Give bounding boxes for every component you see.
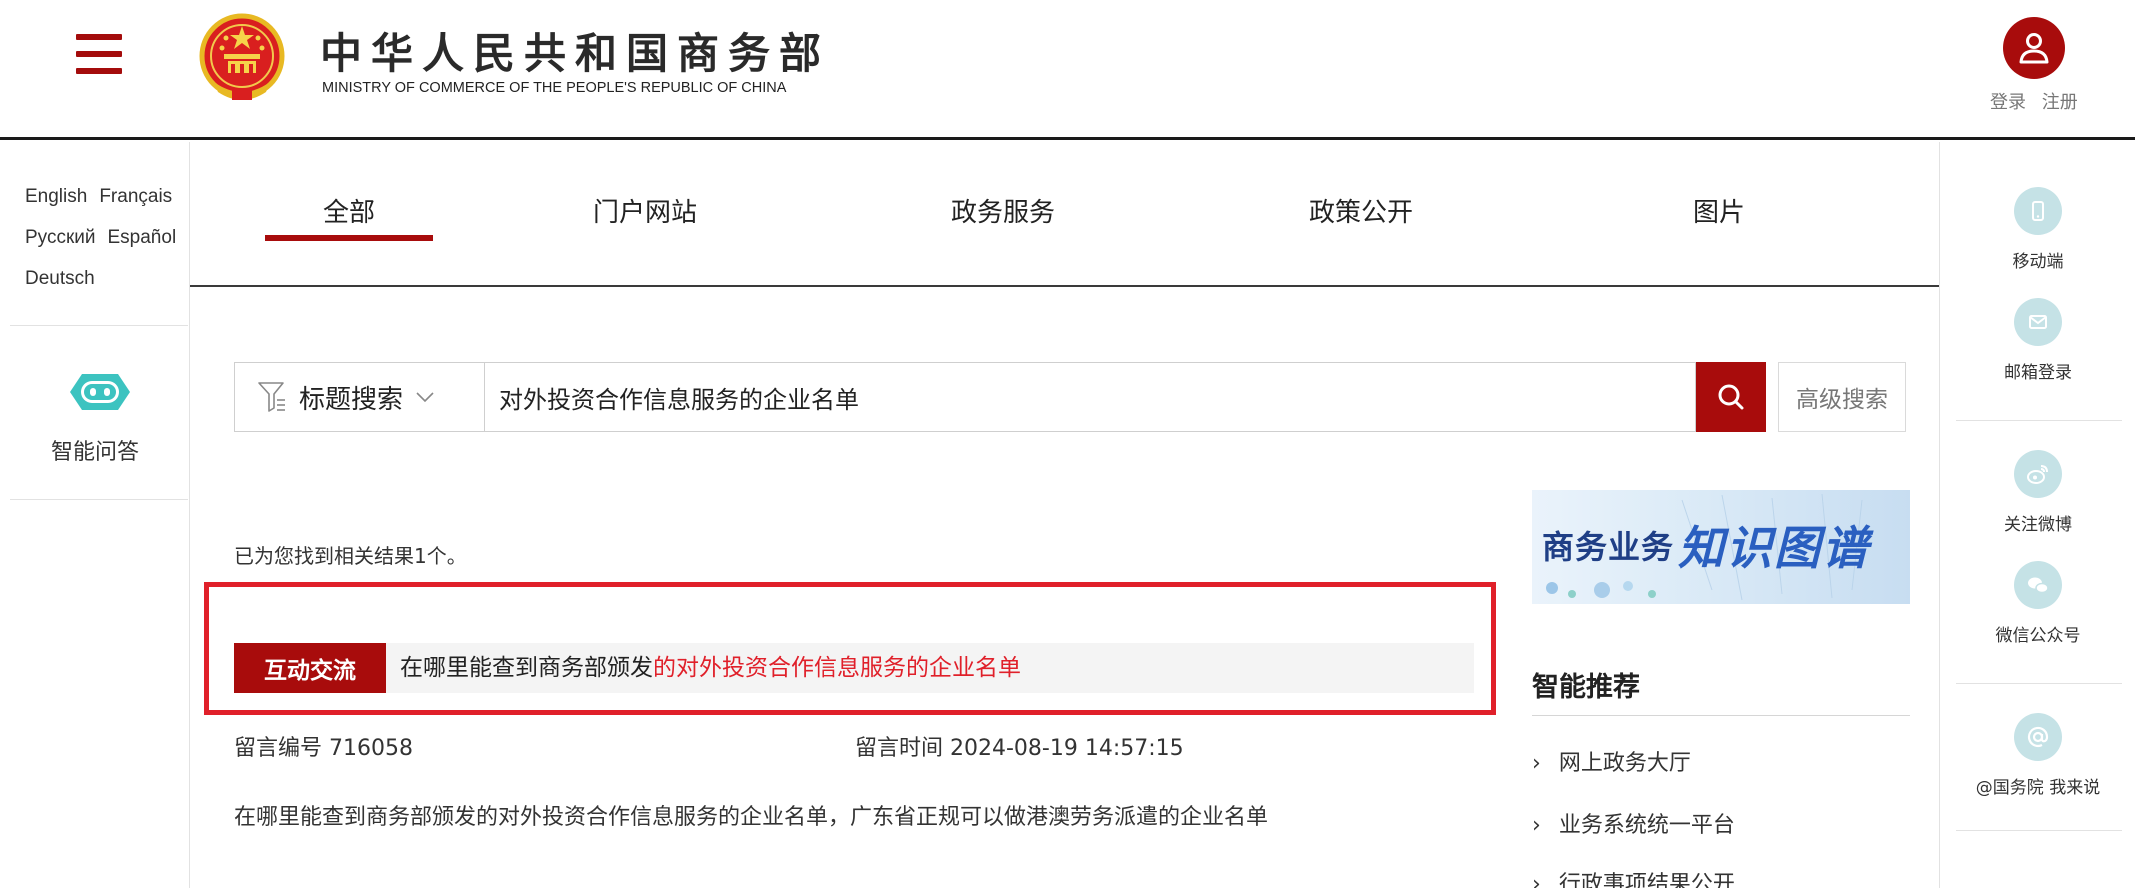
mobile-icon bbox=[2032, 201, 2044, 221]
weibo-label: 关注微博 bbox=[2004, 515, 2072, 535]
search-type-label: 标题搜索 bbox=[299, 384, 404, 415]
search-bar: 标题搜索 高级搜索 bbox=[234, 362, 1906, 432]
brand-subtitle: MINISTRY OF COMMERCE OF THE PEOPLE'S REP… bbox=[322, 80, 787, 96]
lang-russian[interactable]: Русский bbox=[25, 227, 96, 248]
message-number: 留言编号 716058 bbox=[234, 736, 413, 761]
result-title-highlight: 的对外投资合作信息服务的企业名单 bbox=[653, 655, 1021, 681]
tab-images[interactable]: 图片 bbox=[1659, 192, 1779, 229]
weibo-link[interactable]: 关注微博 bbox=[1940, 450, 2135, 535]
user-avatar-button[interactable] bbox=[2003, 17, 2065, 79]
wechat-label: 微信公众号 bbox=[1995, 626, 2081, 646]
category-tabs: 全部 门户网站 政务服务 政策公开 图片 bbox=[190, 142, 1939, 287]
lang-english[interactable]: English bbox=[25, 186, 87, 207]
divider bbox=[1956, 420, 2122, 421]
login-link[interactable]: 登录 bbox=[1990, 92, 2026, 113]
register-link[interactable]: 注册 bbox=[2042, 92, 2078, 113]
right-sidebar: 移动端 邮箱登录 关注微博 微信公众号 @国务院 我来说 bbox=[1939, 142, 2135, 888]
chevron-right-icon: › bbox=[1532, 872, 1541, 888]
recommend-item[interactable]: › 业务系统统一平台 bbox=[1532, 807, 1735, 839]
mobile-link[interactable]: 移动端 bbox=[1940, 187, 2135, 272]
knowledge-graph-banner[interactable]: 商务业务 知识图谱 bbox=[1532, 490, 1910, 604]
divider bbox=[1956, 830, 2122, 831]
divider bbox=[1532, 715, 1910, 716]
state-council-label: @国务院 我来说 bbox=[1975, 778, 2101, 798]
search-input[interactable] bbox=[484, 362, 1696, 432]
active-tab-indicator bbox=[265, 235, 433, 241]
language-links: English Français Русский Español Deutsch bbox=[25, 176, 185, 299]
result-item: 互动交流 在哪里能查到商务部颁发的对外投资合作信息服务的企业名单 bbox=[234, 643, 1474, 693]
weibo-icon bbox=[2027, 465, 2048, 484]
robot-icon[interactable] bbox=[68, 368, 132, 416]
left-sidebar: English Français Русский Español Deutsch 智… bbox=[0, 142, 190, 888]
recommend-item[interactable]: › 行政事项结果公开 bbox=[1532, 866, 1735, 888]
divider bbox=[10, 499, 188, 500]
banner-text-a: 商务业务 bbox=[1542, 528, 1675, 566]
menu-icon[interactable] bbox=[76, 34, 122, 74]
state-council-link[interactable]: @国务院 我来说 bbox=[1940, 713, 2135, 798]
lang-spanish[interactable]: Español bbox=[108, 227, 177, 248]
recommend-item-label: 网上政务大厅 bbox=[1558, 751, 1691, 776]
ai-qa-label[interactable]: 智能问答 bbox=[0, 434, 190, 466]
national-emblem-icon bbox=[199, 13, 285, 100]
user-links: 登录 注册 bbox=[1990, 88, 2088, 114]
result-count: 已为您找到相关结果1个。 bbox=[234, 544, 467, 568]
chevron-right-icon: › bbox=[1532, 751, 1541, 776]
recommend-item[interactable]: › 网上政务大厅 bbox=[1532, 745, 1691, 777]
user-icon bbox=[2019, 33, 2049, 64]
message-time: 留言时间 2024-08-19 14:57:15 bbox=[855, 736, 1184, 761]
search-type-dropdown[interactable]: 标题搜索 bbox=[234, 362, 484, 432]
at-icon bbox=[2027, 726, 2049, 748]
tab-gov-services[interactable]: 政务服务 bbox=[943, 192, 1063, 229]
recommend-item-label: 业务系统统一平台 bbox=[1558, 813, 1735, 838]
mail-login-label: 邮箱登录 bbox=[2004, 363, 2072, 383]
search-icon bbox=[1718, 384, 1744, 410]
lang-french[interactable]: Français bbox=[99, 186, 172, 207]
site-header: 中华人民共和国商务部 MINISTRY OF COMMERCE OF THE P… bbox=[0, 0, 2135, 140]
recommend-title: 智能推荐 bbox=[1532, 672, 1640, 703]
tab-all[interactable]: 全部 bbox=[295, 192, 403, 229]
tab-portal[interactable]: 门户网站 bbox=[585, 192, 705, 229]
mobile-label: 移动端 bbox=[2012, 252, 2064, 272]
result-title-prefix: 在哪里能查到商务部颁发 bbox=[400, 655, 653, 681]
chevron-right-icon: › bbox=[1532, 813, 1541, 838]
result-description: 在哪里能查到商务部颁发的对外投资合作信息服务的企业名单，广东省正规可以做港澳劳务… bbox=[234, 805, 1269, 830]
result-title-link[interactable]: 在哪里能查到商务部颁发的对外投资合作信息服务的企业名单 bbox=[400, 643, 1021, 693]
filter-icon bbox=[258, 382, 285, 412]
advanced-search-button[interactable]: 高级搜索 bbox=[1778, 362, 1906, 432]
tab-policy[interactable]: 政策公开 bbox=[1301, 192, 1421, 229]
wechat-link[interactable]: 微信公众号 bbox=[1940, 561, 2135, 646]
divider bbox=[10, 325, 188, 326]
divider bbox=[1956, 683, 2122, 684]
result-category-tag[interactable]: 互动交流 bbox=[234, 643, 386, 693]
lang-german[interactable]: Deutsch bbox=[25, 268, 95, 289]
search-button[interactable] bbox=[1696, 362, 1766, 432]
banner-text-b: 知识图谱 bbox=[1678, 521, 1870, 575]
recommend-item-label: 行政事项结果公开 bbox=[1558, 872, 1735, 888]
chevron-down-icon bbox=[416, 392, 434, 403]
brand-title: 中华人民共和国商务部 bbox=[320, 29, 831, 78]
wechat-icon bbox=[2028, 577, 2049, 594]
mail-login-link[interactable]: 邮箱登录 bbox=[1940, 298, 2135, 383]
mail-icon bbox=[2029, 315, 2047, 329]
